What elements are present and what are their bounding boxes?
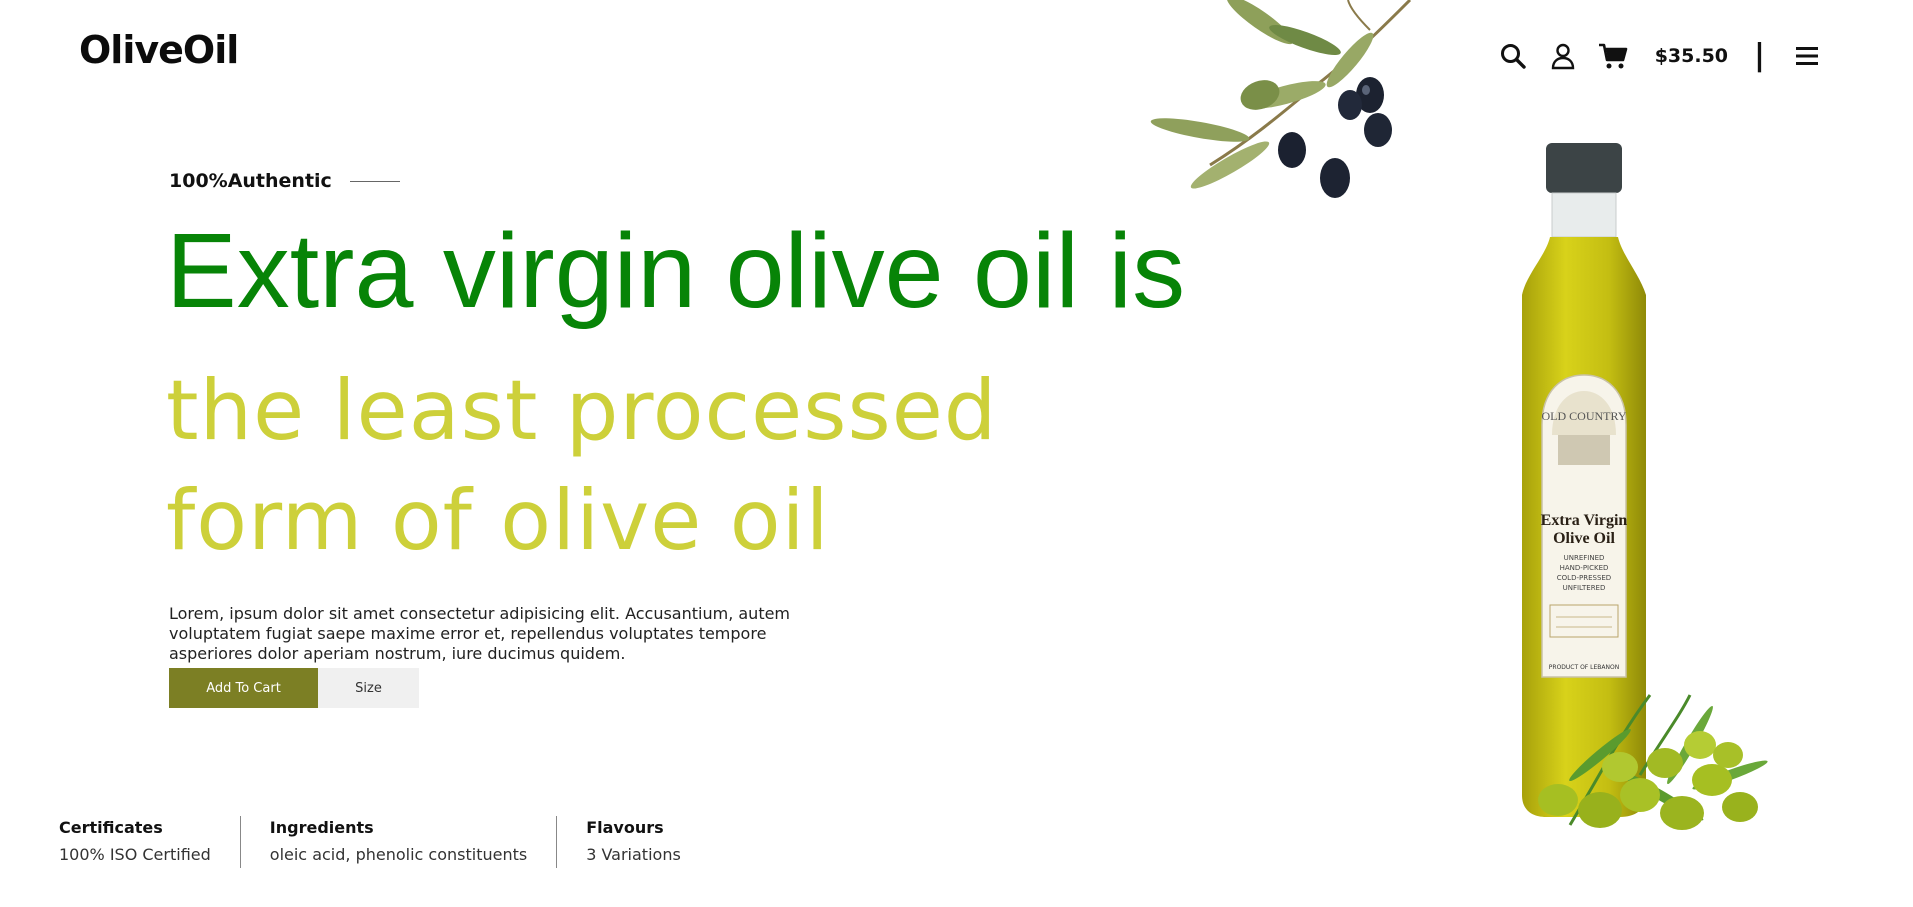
cart-icon[interactable] — [1597, 40, 1629, 72]
nav-separator: | — [1754, 38, 1765, 73]
site-logo[interactable]: OliveOil — [79, 28, 239, 72]
hero-actions: Add To Cart Size — [169, 668, 419, 708]
bottle-footer: PRODUCT OF LEBANON — [1549, 664, 1619, 671]
bottle-detail: UNREFINED — [1564, 554, 1605, 562]
tagline-divider — [349, 180, 400, 182]
headline-primary: Extra virgin olive oil is — [166, 212, 1186, 330]
bottle-detail: UNFILTERED — [1563, 584, 1606, 592]
bottle-brand: OLD COUNTRY — [1541, 409, 1626, 423]
cart-total: $35.50 — [1654, 45, 1729, 67]
bottle-detail: COLD-PRESSED — [1557, 574, 1611, 582]
feature-title: Certificates — [59, 818, 163, 837]
bottle-title-line1: Extra Virgin — [1541, 512, 1628, 529]
search-icon[interactable] — [1497, 40, 1529, 72]
hero-description: Lorem, ipsum dolor sit amet consectetur … — [169, 604, 791, 663]
authentic-tagline: 100%Authentic — [169, 170, 400, 192]
bottle-detail: HAND-PICKED — [1560, 564, 1609, 572]
add-to-cart-button[interactable]: Add To Cart — [169, 668, 318, 708]
menu-icon[interactable] — [1791, 40, 1823, 72]
olive-branch-image — [1150, 0, 1412, 198]
size-button[interactable]: Size — [318, 668, 419, 708]
feature-flavours: Flavours 3 Variations — [556, 816, 710, 868]
feature-value: oleic acid, phenolic constituents — [269, 845, 528, 864]
feature-certificates: Certificates 100% ISO Certified — [59, 816, 240, 868]
feature-value: 100% ISO Certified — [59, 845, 211, 864]
bottle-title-line2: Olive Oil — [1553, 530, 1615, 547]
olive-oil-bottle-image: OLD COUNTRY Extra Virgin Olive Oil UNREF… — [1522, 143, 1768, 830]
feature-list: Certificates 100% ISO Certified Ingredie… — [59, 816, 710, 868]
headline-secondary: the least processed form of olive oil — [166, 362, 998, 569]
header-nav: $35.50 | — [1479, 36, 1823, 76]
feature-title: Flavours — [586, 818, 664, 837]
feature-title: Ingredients — [269, 818, 374, 837]
feature-ingredients: Ingredients oleic acid, phenolic constit… — [239, 816, 556, 868]
user-icon[interactable] — [1547, 40, 1579, 72]
feature-value: 3 Variations — [586, 845, 681, 864]
tagline-text: 100%Authentic — [169, 170, 332, 192]
